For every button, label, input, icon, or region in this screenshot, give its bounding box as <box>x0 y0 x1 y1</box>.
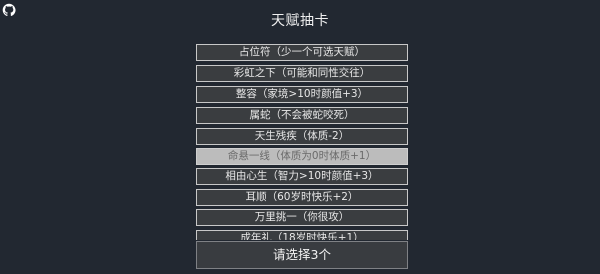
talent-item[interactable]: 耳顺（60岁时快乐+2） <box>196 189 408 206</box>
talent-item[interactable]: 成年礼（18岁时快乐+1） <box>196 230 408 240</box>
talent-item-selected[interactable]: 命悬一线（体质为0时体质+1） <box>196 148 408 165</box>
talent-list[interactable]: 占位符（少一个可选天赋） 彩虹之下（可能和同性交往） 整容（家境>10时颜值+3… <box>196 44 408 240</box>
talent-item[interactable]: 占位符（少一个可选天赋） <box>196 44 408 61</box>
talent-item[interactable]: 相由心生（智力>10时颜值+3） <box>196 168 408 185</box>
talent-item[interactable]: 属蛇（不会被蛇咬死） <box>196 107 408 124</box>
confirm-button[interactable]: 请选择3个 <box>196 241 408 269</box>
talent-item[interactable]: 万里挑一（你很攻） <box>196 209 408 226</box>
talent-item[interactable]: 彩虹之下（可能和同性交往） <box>196 65 408 82</box>
talent-item[interactable]: 天生残疾（体质-2） <box>196 128 408 145</box>
page-title: 天赋抽卡 <box>271 13 329 29</box>
talent-item[interactable]: 整容（家境>10时颜值+3） <box>196 86 408 103</box>
